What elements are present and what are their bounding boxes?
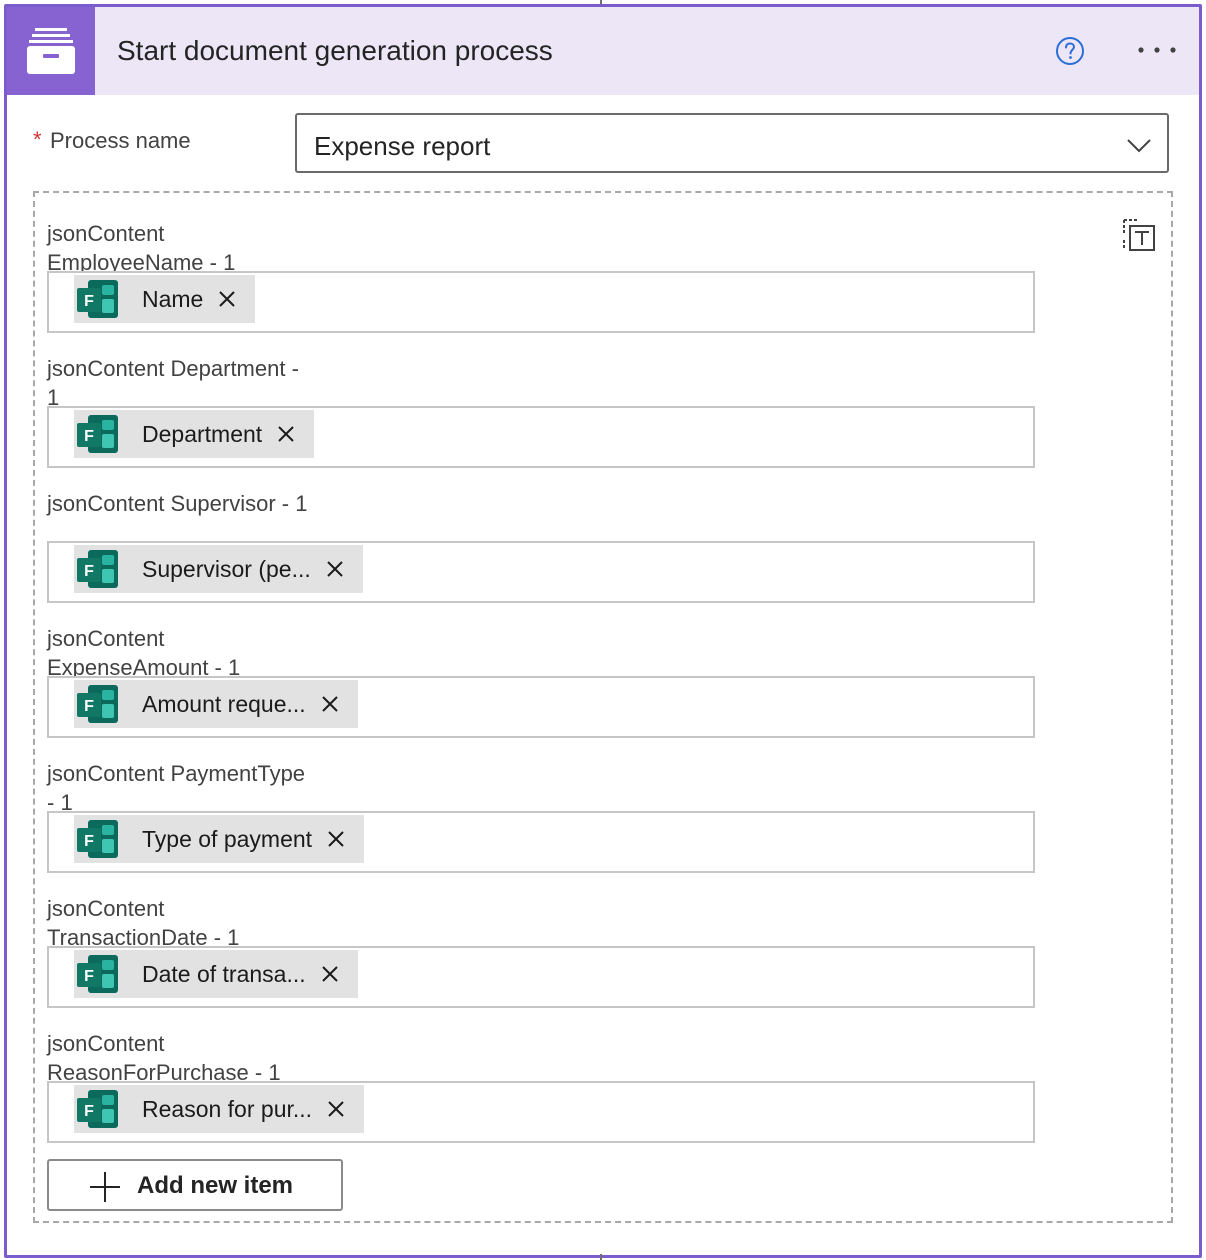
dynamic-content-token[interactable]: F Date of transa...: [74, 950, 358, 998]
svg-text:F: F: [84, 293, 94, 310]
field-input[interactable]: F Type of payment: [47, 811, 1035, 873]
field-input[interactable]: F Name: [47, 271, 1035, 333]
svg-text:F: F: [84, 428, 94, 445]
process-name-dropdown[interactable]: Expense report: [295, 113, 1169, 173]
add-new-item-label: Add new item: [137, 1172, 294, 1199]
text-mode-icon[interactable]: [1121, 217, 1157, 253]
dynamic-content-token[interactable]: F Reason for pur...: [74, 1085, 365, 1133]
dynamic-content-token[interactable]: F Amount reque...: [74, 680, 358, 728]
dynamic-content-token[interactable]: F Department: [74, 410, 315, 458]
microsoft-forms-icon: F: [74, 275, 122, 323]
field-reason-for-purchase: jsonContent ReasonForPurchase - 1 F Reas…: [47, 1015, 1037, 1145]
svg-text:F: F: [84, 563, 94, 580]
process-name-label: Process name: [50, 128, 191, 153]
close-icon[interactable]: [316, 690, 344, 718]
action-card: Start document generation process * Proc…: [4, 4, 1202, 1258]
microsoft-forms-icon: F: [74, 410, 122, 458]
field-label: jsonContent Department - 1: [47, 356, 299, 410]
token-label: Type of payment: [142, 825, 313, 852]
close-icon[interactable]: [316, 960, 344, 988]
close-icon[interactable]: [322, 1095, 350, 1123]
flow-connector-bottom: [600, 1254, 602, 1260]
field-label: jsonContent TransactionDate - 1: [47, 896, 240, 950]
token-label: Supervisor (pe...: [142, 555, 311, 582]
field-input[interactable]: F Amount reque...: [47, 676, 1035, 738]
dynamic-content-token[interactable]: F Type of payment: [74, 815, 365, 863]
json-content-array: jsonContent EmployeeName - 1 F Name json…: [33, 191, 1173, 1223]
required-marker: *: [33, 127, 42, 152]
svg-text:F: F: [84, 1103, 94, 1120]
field-expense-amount: jsonContent ExpenseAmount - 1 F Amount r…: [47, 610, 1037, 740]
process-name-value: Expense report: [314, 131, 491, 161]
field-supervisor: jsonContent Supervisor - 1 F Supervisor …: [47, 475, 1037, 605]
action-title: Start document generation process: [117, 35, 553, 66]
field-payment-type: jsonContent PaymentType - 1 F Type of pa…: [47, 745, 1037, 875]
svg-text:F: F: [84, 833, 94, 850]
field-label: jsonContent ExpenseAmount - 1: [47, 626, 241, 680]
close-icon[interactable]: [213, 285, 241, 313]
close-icon[interactable]: [322, 825, 350, 853]
close-icon[interactable]: [272, 420, 300, 448]
help-circle-icon[interactable]: [1055, 36, 1085, 66]
field-employee-name: jsonContent EmployeeName - 1 F Name: [47, 205, 1037, 335]
field-input[interactable]: F Department: [47, 406, 1035, 468]
microsoft-forms-icon: F: [74, 815, 122, 863]
app-tile: [7, 7, 95, 95]
action-header[interactable]: Start document generation process: [7, 7, 1199, 95]
microsoft-forms-icon: F: [74, 680, 122, 728]
close-icon[interactable]: [321, 555, 349, 583]
add-new-item-button[interactable]: Add new item: [47, 1159, 343, 1211]
field-label: jsonContent EmployeeName - 1: [47, 221, 236, 275]
dynamic-content-token[interactable]: F Supervisor (pe...: [74, 545, 363, 593]
dynamic-content-token[interactable]: F Name: [74, 275, 256, 323]
more-horizontal-icon[interactable]: [1135, 40, 1179, 60]
field-department: jsonContent Department - 1 F Department: [47, 340, 1037, 470]
field-input[interactable]: F Supervisor (pe...: [47, 541, 1035, 603]
microsoft-forms-icon: F: [74, 1085, 122, 1133]
field-label: jsonContent Supervisor - 1: [47, 491, 308, 516]
field-transaction-date: jsonContent TransactionDate - 1 F Date o…: [47, 880, 1037, 1010]
token-label: Name: [142, 285, 204, 312]
token-label: Amount reque...: [142, 690, 306, 717]
plus-icon: [89, 1171, 121, 1203]
svg-text:F: F: [84, 968, 94, 985]
field-label: jsonContent PaymentType - 1: [47, 761, 306, 815]
microsoft-forms-icon: F: [74, 950, 122, 998]
token-label: Date of transa...: [142, 960, 306, 987]
token-label: Reason for pur...: [142, 1095, 313, 1122]
file-cabinet-icon: [27, 28, 75, 74]
chevron-down-icon: [1125, 131, 1153, 159]
field-label: jsonContent ReasonForPurchase - 1: [47, 1031, 281, 1085]
field-input[interactable]: F Date of transa...: [47, 946, 1035, 1008]
svg-text:F: F: [84, 698, 94, 715]
microsoft-forms-icon: F: [74, 545, 122, 593]
token-label: Department: [142, 420, 263, 447]
field-input[interactable]: F Reason for pur...: [47, 1081, 1035, 1143]
